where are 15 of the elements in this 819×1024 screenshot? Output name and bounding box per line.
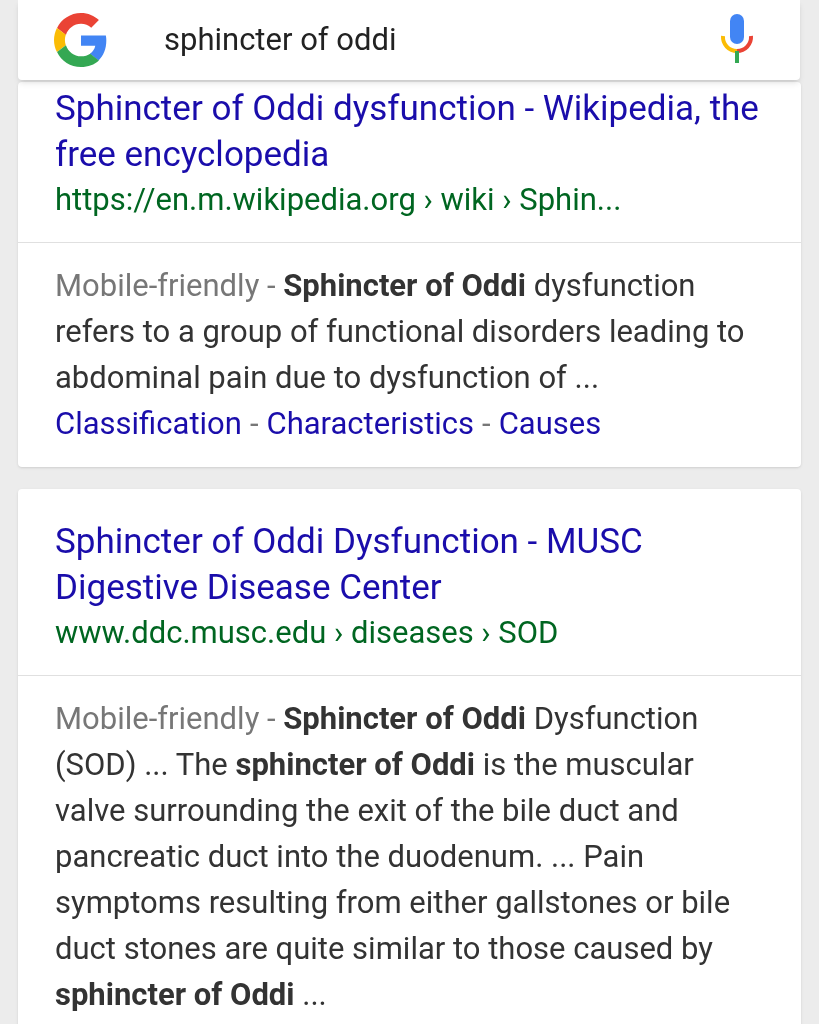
separator: - [249,404,259,444]
google-logo-icon [54,13,108,67]
sitelink[interactable]: Classification [55,401,242,447]
result-url: https://en.m.wikipedia.org › wiki › Sphin... [55,180,623,220]
result-snippet: Mobile-friendly - Sphincter of Oddi dysfunction refers to a group of functional disorders leading to abdominal pain due to dysfunction of ... [55,266,746,398]
sitelink[interactable]: Characteristics [266,401,475,447]
separator: - [482,404,491,444]
result-url: www.ddc.musc.edu › diseases › SOD [55,613,560,653]
result-snippet: Mobile-friendly - Sphincter of Oddi Dysfunction (SOD) ... The sphincter of Oddi is the muscular valve surrounding the exit of the bile duct and pancreatic duct into the duodenum. ... Pain symptoms resulting from either gallstones or bile duct stones are quite similar to those caused by sphincter of Oddi ... [55,699,732,1015]
search-query: sphincter of oddi [164,19,398,60]
search-bar[interactable]: sphincter of oddi [18,0,800,80]
result-title[interactable]: Sphincter of Oddi dysfunction - Wikipedia, the free encyclopedia [55,86,764,178]
result-title[interactable]: Sphincter of Oddi Dysfunction - MUSC Digestive Disease Center [55,519,764,611]
microphone-icon[interactable] [720,14,754,66]
sitelink[interactable]: Causes [498,401,602,447]
